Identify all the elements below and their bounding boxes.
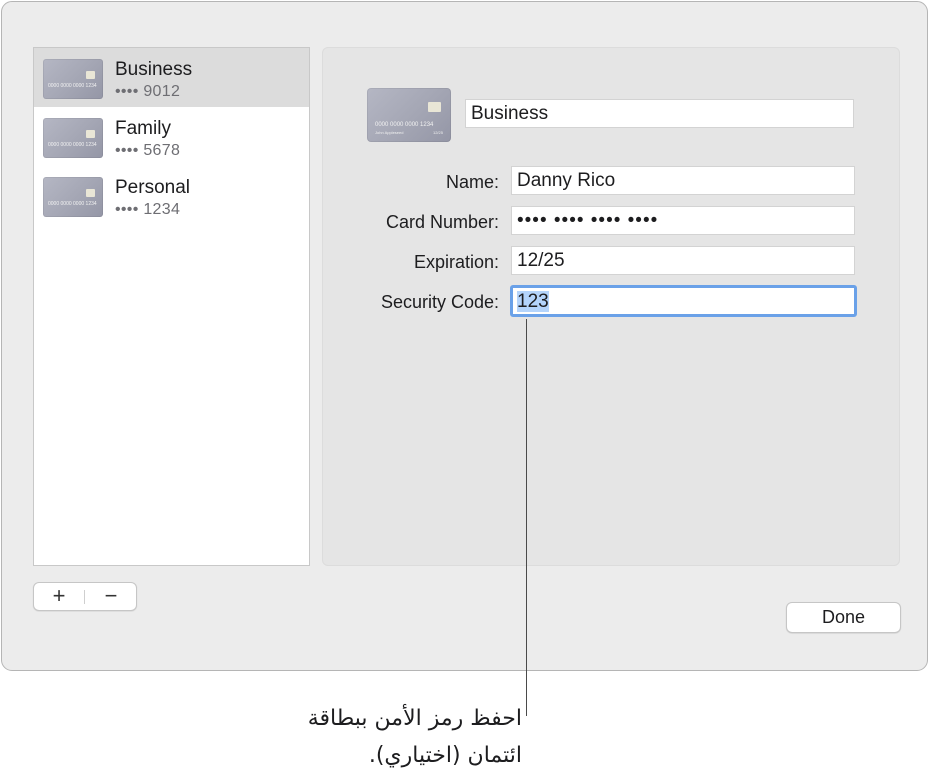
card-list-item-business[interactable]: 0000 0000 0000 1234 Business •••• 9012 bbox=[34, 48, 309, 107]
done-button[interactable]: Done bbox=[786, 602, 901, 633]
callout-text: احفظ رمز الأمن ببطاقة ائتمان (اختياري). bbox=[200, 700, 522, 774]
callout-line-1: احفظ رمز الأمن ببطاقة bbox=[307, 706, 522, 731]
card-detail-panel: 0000 0000 0000 1234 John Appleseed 12/25… bbox=[322, 47, 900, 566]
card-thumb-number: 0000 0000 0000 1234 bbox=[48, 83, 97, 89]
card-chip bbox=[86, 71, 95, 79]
add-card-button[interactable]: + bbox=[34, 583, 84, 610]
card-title-field[interactable]: Business bbox=[465, 99, 854, 128]
expiration-label: Expiration: bbox=[413, 252, 499, 272]
card-name: Family bbox=[115, 118, 171, 139]
credit-card-icon: 0000 0000 0000 1234 bbox=[43, 59, 103, 99]
callout-line bbox=[526, 319, 527, 716]
credit-card-dialog: 0000 0000 0000 1234 Business •••• 9012 0… bbox=[1, 1, 928, 671]
card-number-field[interactable]: •••• •••• •••• •••• bbox=[511, 206, 855, 235]
credit-card-icon: 0000 0000 0000 1234 bbox=[43, 177, 103, 217]
card-thumb-number: 0000 0000 0000 1234 bbox=[48, 142, 97, 148]
card-chip bbox=[86, 130, 95, 138]
card-list-item-family[interactable]: 0000 0000 0000 1234 Family •••• 5678 bbox=[34, 107, 309, 166]
card-last-digits: •••• 5678 bbox=[115, 142, 181, 159]
card-name: Business bbox=[115, 59, 193, 80]
segment-divider bbox=[84, 590, 85, 604]
card-list: 0000 0000 0000 1234 Business •••• 9012 0… bbox=[33, 47, 310, 566]
security-code-field[interactable]: 123 bbox=[510, 285, 857, 317]
security-code-label: Security Code: bbox=[380, 292, 499, 312]
name-field[interactable]: Danny Rico bbox=[511, 166, 855, 195]
card-thumb-expiry: 12/25 bbox=[432, 130, 443, 135]
add-remove-control: + − bbox=[33, 582, 137, 611]
remove-card-button[interactable]: − bbox=[86, 583, 136, 610]
expiration-field[interactable]: 12/25 bbox=[511, 246, 855, 275]
callout-line-2: ائتمان (اختياري). bbox=[368, 743, 522, 768]
card-name: Personal bbox=[115, 177, 190, 198]
card-last-digits: •••• 9012 bbox=[115, 83, 181, 100]
card-thumb-number: 0000 0000 0000 1234 bbox=[375, 122, 434, 128]
card-chip bbox=[428, 102, 441, 112]
card-thumb-holder: John Appleseed bbox=[375, 130, 404, 135]
credit-card-icon: 0000 0000 0000 1234 John Appleseed 12/25 bbox=[367, 88, 451, 142]
credit-card-icon: 0000 0000 0000 1234 bbox=[43, 118, 103, 158]
card-thumb-number: 0000 0000 0000 1234 bbox=[48, 201, 97, 207]
card-chip bbox=[86, 189, 95, 197]
security-code-value: 123 bbox=[517, 291, 549, 312]
card-last-digits: •••• 1234 bbox=[115, 201, 181, 218]
name-label: Name: bbox=[445, 172, 499, 192]
card-list-item-personal[interactable]: 0000 0000 0000 1234 Personal •••• 1234 bbox=[34, 166, 309, 225]
card-number-label: Card Number: bbox=[385, 212, 499, 232]
